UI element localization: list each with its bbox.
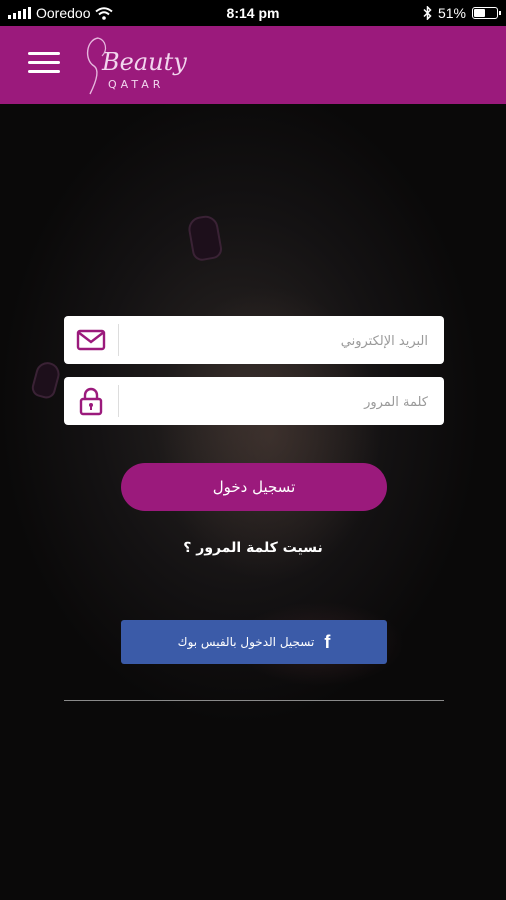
battery-fill	[474, 9, 485, 17]
status-right: 51%	[423, 5, 501, 21]
divider-line	[64, 700, 444, 701]
battery-icon	[472, 7, 501, 19]
password-input[interactable]	[124, 377, 430, 427]
battery-percent: 51%	[437, 5, 466, 21]
brand-logo: Beauty QATAR	[87, 37, 187, 95]
forgot-password-link[interactable]: نسيت كلمة المرور ؟	[0, 540, 506, 556]
login-button[interactable]: تسجيل دخول	[121, 463, 387, 511]
login-button-label: تسجيل دخول	[212, 478, 296, 496]
email-field[interactable]	[64, 316, 444, 366]
field-divider	[118, 324, 119, 356]
hamburger-menu-icon[interactable]	[28, 52, 60, 76]
facebook-login-button[interactable]: تسجيل الدخول بالفيس بوك f	[121, 620, 387, 664]
facebook-login-label: تسجيل الدخول بالفيس بوك	[177, 635, 315, 649]
envelope-icon	[76, 329, 106, 351]
brand-sub: QATAR	[108, 78, 164, 91]
bluetooth-icon	[423, 6, 432, 20]
field-divider	[118, 385, 119, 417]
password-field[interactable]	[64, 377, 444, 427]
brand-script: Beauty	[101, 48, 187, 76]
lock-icon	[79, 387, 103, 416]
facebook-icon: f	[324, 631, 331, 652]
nail-decoration	[186, 213, 224, 263]
email-input[interactable]	[124, 316, 430, 366]
status-bar: Ooredoo 8:14 pm 51%	[0, 0, 506, 26]
app-header: Beauty QATAR	[0, 26, 506, 104]
nail-decoration	[29, 359, 63, 401]
